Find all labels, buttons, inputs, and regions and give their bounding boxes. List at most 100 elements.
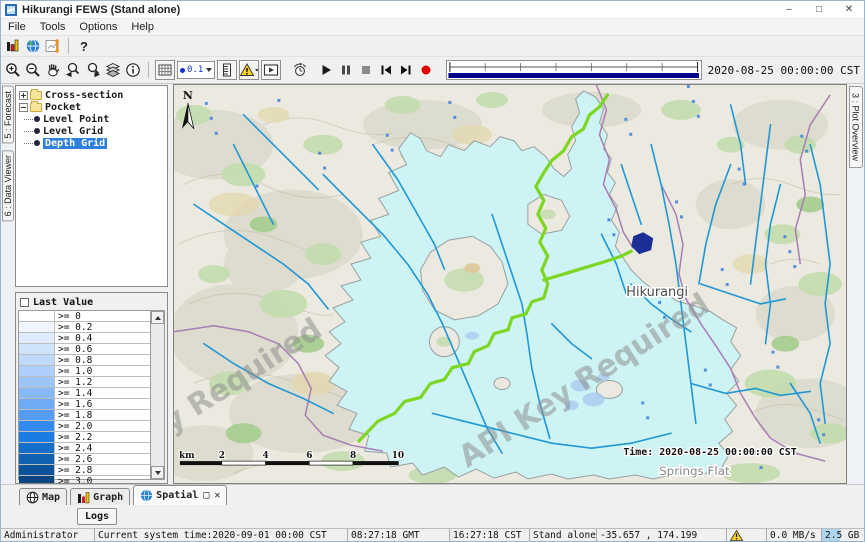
tab-map[interactable]: Map (19, 488, 67, 505)
grid-display-button[interactable] (155, 60, 175, 80)
step-forward-button[interactable] (396, 60, 416, 80)
legend-row-label: >= 0.4 (55, 333, 150, 343)
record-button[interactable] (416, 60, 436, 80)
tab-graph[interactable]: Graph (70, 488, 130, 505)
close-button[interactable]: ✕ (834, 1, 864, 18)
memory-value: 2.5 GB (825, 530, 859, 541)
scroll-down-icon[interactable] (151, 466, 164, 479)
wire-globe-icon (26, 491, 39, 504)
vertical-scale-button[interactable] (217, 60, 237, 80)
legend-row-label: >= 3.0 (55, 476, 150, 484)
legend-color-swatch (19, 366, 55, 376)
thresholds-warning-button[interactable] (239, 60, 259, 80)
svg-text:4: 4 (262, 451, 268, 461)
last-value-label: Last Value (33, 297, 93, 308)
legend-color-swatch (19, 322, 55, 332)
animation-settings-icon[interactable] (290, 60, 310, 80)
time-slider[interactable] (446, 60, 701, 80)
legend-row: >= 1.8 (19, 410, 150, 421)
tree-item-label-selected: Depth Grid (43, 138, 107, 149)
pause-button[interactable] (336, 60, 356, 80)
svg-text:8: 8 (350, 451, 356, 461)
logs-button[interactable]: Logs (77, 508, 117, 525)
tree-item-cross-section[interactable]: Cross-section (17, 89, 166, 101)
legend-row-label: >= 2.6 (55, 454, 150, 464)
tab-forecast[interactable]: 5 : Forecast (2, 86, 14, 144)
tab-close-icon[interactable]: ✕ (214, 490, 220, 501)
menu-item[interactable]: File (1, 20, 33, 34)
legend-row: >= 0 (19, 311, 150, 322)
title-bar: Hikurangi FEWS (Stand alone) – □ ✕ (1, 1, 864, 19)
timeseries-dialog-icon[interactable] (43, 36, 63, 56)
svg-text:10: 10 (392, 451, 404, 461)
tab-maximize-icon[interactable]: □ (203, 490, 209, 501)
play-button[interactable] (316, 60, 336, 80)
legend-row-label: >= 0 (55, 311, 150, 321)
tree-item-depth-grid[interactable]: Depth Grid (17, 137, 166, 149)
legend-color-swatch (19, 388, 55, 398)
zoom-out-icon[interactable] (23, 60, 43, 80)
legend-scrollbar[interactable] (150, 311, 164, 479)
animation-window-button[interactable] (261, 60, 281, 80)
scroll-up-icon[interactable] (151, 311, 164, 324)
tree-item-label: Cross-section (45, 90, 123, 101)
last-value-checkbox[interactable] (20, 298, 29, 307)
toolbar-separator (148, 62, 149, 78)
collapse-icon[interactable] (19, 103, 28, 112)
tree-item-label: Level Point (43, 114, 109, 125)
contour-interval-dropdown[interactable]: 0.1 (177, 61, 215, 79)
tree-line (24, 143, 33, 144)
status-gmt-time: 08:27:18 GMT (347, 529, 449, 541)
menu-item[interactable]: Tools (33, 20, 73, 34)
toolbar-separator (68, 38, 69, 54)
status-warning[interactable] (726, 529, 766, 541)
status-system-time: Current system time:2020-09-01 00:00 CST (94, 529, 347, 541)
stop-button[interactable] (356, 60, 376, 80)
legend-row: >= 2.2 (19, 432, 150, 443)
legend-row: >= 2.4 (19, 443, 150, 454)
menu-item[interactable]: Help (124, 20, 161, 34)
minimize-button[interactable]: – (774, 1, 804, 18)
pan-hand-icon[interactable] (43, 60, 63, 80)
legend-row-label: >= 1.8 (55, 410, 150, 420)
folder-icon (30, 103, 42, 112)
legend-color-swatch (19, 377, 55, 387)
left-tab-strip: 5 : Forecast 6 : Data Viewer (1, 84, 15, 484)
legend-row-label: >= 2.4 (55, 443, 150, 453)
zoom-in-icon[interactable] (3, 60, 23, 80)
legend-color-swatch (19, 476, 55, 484)
status-local-time: 16:27:18 CST (449, 529, 529, 541)
folder-icon (30, 91, 42, 100)
help-button[interactable]: ? (74, 36, 94, 56)
menu-item[interactable]: Options (72, 20, 124, 34)
bar-chart-icon (77, 491, 90, 504)
legend-color-swatch (19, 454, 55, 464)
legend-row: >= 2.6 (19, 454, 150, 465)
tab-plot-overview[interactable]: 3 : Plot Overview (849, 86, 863, 168)
status-network-rate: 0.0 MB/s (766, 529, 821, 541)
expand-icon[interactable] (19, 91, 28, 100)
tree-item-level-grid[interactable]: Level Grid (17, 125, 166, 137)
map-canvas[interactable]: API Key Required API Key Required N Hiku… (173, 84, 847, 484)
tree-item-level-point[interactable]: Level Point (17, 113, 166, 125)
tab-spatial[interactable]: Spatial □ ✕ (133, 485, 227, 505)
maximize-button[interactable]: □ (804, 1, 834, 18)
info-icon[interactable] (123, 60, 143, 80)
zoom-previous-icon[interactable] (63, 60, 83, 80)
legend-color-swatch (19, 421, 55, 431)
legend-row: >= 1.2 (19, 377, 150, 388)
tree-item-pocket[interactable]: Pocket (17, 101, 166, 113)
tab-spatial-label: Spatial (156, 490, 198, 501)
tab-data-viewer[interactable]: 6 : Data Viewer (2, 150, 14, 221)
globe-icon[interactable] (23, 36, 43, 56)
scale-bar-segments (180, 461, 399, 465)
step-back-button[interactable] (376, 60, 396, 80)
layers-icon[interactable] (103, 60, 123, 80)
explorer-chart-icon[interactable] (3, 36, 23, 56)
legend-color-swatch (19, 432, 55, 442)
legend-row: >= 0.8 (19, 355, 150, 366)
legend-row: >= 2.8 (19, 465, 150, 476)
legend-row-label: >= 0.2 (55, 322, 150, 332)
svg-text:N: N (183, 89, 193, 102)
zoom-next-icon[interactable] (83, 60, 103, 80)
